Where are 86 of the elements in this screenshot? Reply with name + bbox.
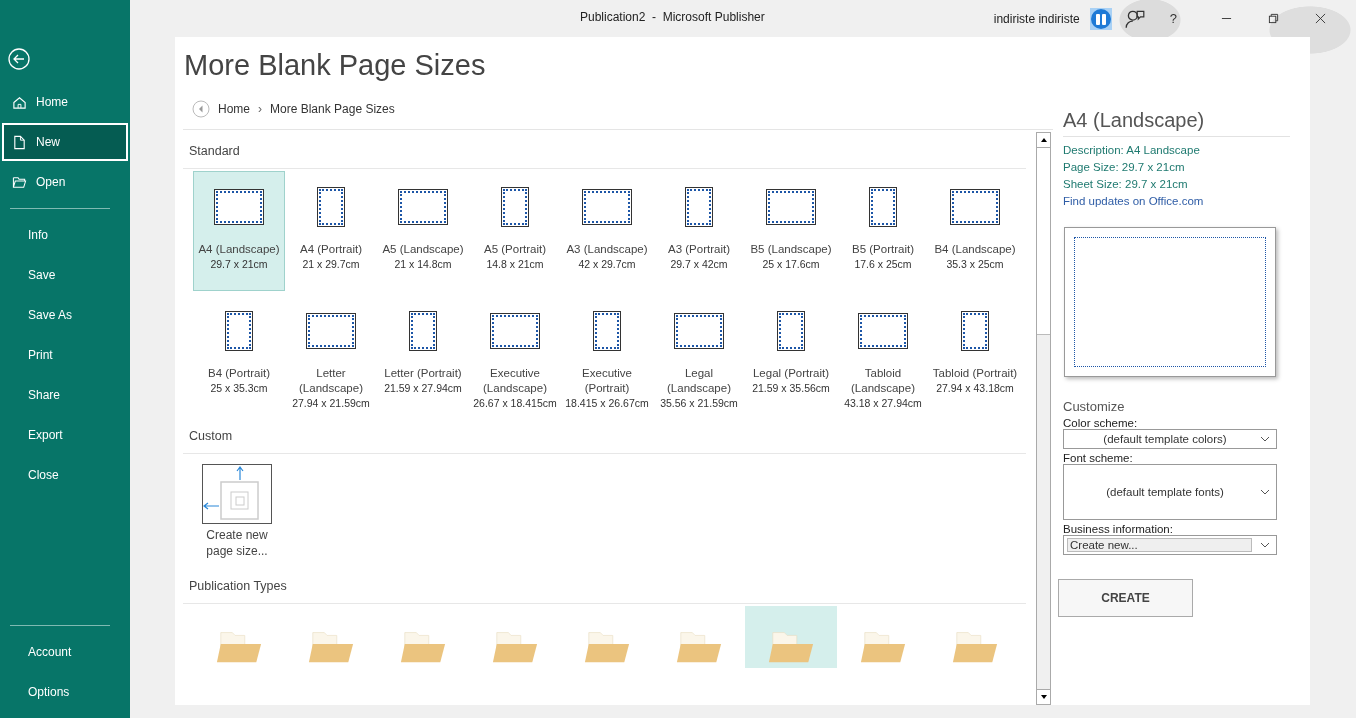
folder-icon: [12, 174, 27, 190]
page-size-tile[interactable]: A4 (Landscape) 29.7 x 21cm: [193, 171, 285, 291]
chevron-down-icon: [1260, 541, 1270, 549]
page-thumbnail: [674, 313, 724, 349]
publication-type-tile[interactable]: [745, 606, 837, 668]
close-icon[interactable]: [1315, 13, 1326, 24]
scroll-down-icon[interactable]: [1039, 693, 1048, 701]
page-thumbnail: [214, 189, 264, 225]
page-thumbnail: [409, 311, 437, 351]
page-size-tile[interactable]: Executive (Portrait) 18.415 x 26.67cm: [561, 295, 653, 415]
page-size-tile[interactable]: Tabloid (Landscape) 43.18 x 27.94cm: [837, 295, 929, 415]
sidebar-item[interactable]: Print: [2, 336, 128, 374]
page-thumbnail: [950, 189, 1000, 225]
page-thumbnail: [777, 311, 805, 351]
page-thumbnail: [593, 311, 621, 351]
user-name: indiriste indiriste: [993, 11, 1080, 26]
page-thumbnail: [858, 313, 908, 349]
page-size-tile[interactable]: Legal (Portrait) 21.59 x 35.56cm: [745, 295, 837, 415]
page-size-tile[interactable]: A4 (Portrait) 21 x 29.7cm: [285, 171, 377, 291]
field-label: Business information:: [1063, 523, 1174, 535]
section-title: Custom: [183, 415, 1026, 454]
page-size-tile[interactable]: Executive (Landscape) 26.67 x 18.415cm: [469, 295, 561, 415]
chevron-icon: ›: [258, 102, 262, 116]
sidebar-item[interactable]: Info: [2, 216, 128, 254]
page-size-tile[interactable]: A5 (Portrait) 14.8 x 21cm: [469, 171, 561, 291]
page-size-tile[interactable]: A5 (Landscape) 21 x 14.8cm: [377, 171, 469, 291]
help-button[interactable]: ?: [1169, 11, 1177, 26]
sidebar-item[interactable]: Save: [2, 256, 128, 294]
page-size-tile[interactable]: B5 (Landscape) 25 x 17.6cm: [745, 171, 837, 291]
custom-page-icon: [202, 464, 272, 524]
house-icon: [12, 94, 27, 110]
sidebar-item[interactable]: Share: [2, 376, 128, 414]
page-thumbnail: [317, 187, 345, 227]
page-size-tile[interactable]: Letter (Landscape) 27.94 x 21.59cm: [285, 295, 377, 415]
dropdown[interactable]: (default template fonts): [1063, 464, 1277, 520]
custom-size-tile[interactable]: Create new page size...: [197, 464, 277, 559]
scroll-thumb[interactable]: [1037, 148, 1050, 335]
page-thumbnail: [766, 189, 816, 225]
page-size-tile[interactable]: Legal (Landscape) 35.56 x 21.59cm: [653, 295, 745, 415]
page-size-tile[interactable]: B4 (Landscape) 35.3 x 25cm: [929, 171, 1021, 291]
dropdown[interactable]: Create new...: [1063, 535, 1277, 555]
scrollbar[interactable]: [1036, 132, 1051, 705]
sidebar-item[interactable]: Account: [2, 633, 128, 671]
sidebar-item[interactable]: Save As: [2, 296, 128, 334]
page-thumbnail: [582, 189, 632, 225]
sidebar-item[interactable]: New: [2, 123, 128, 161]
page-heading: More Blank Page Sizes: [184, 49, 487, 82]
template-title: A4 (Landscape): [1063, 109, 1290, 137]
restore-icon[interactable]: [1268, 13, 1279, 24]
page-size-tile[interactable]: B4 (Portrait) 25 x 35.3cm: [193, 295, 285, 415]
page-thumbnail: [306, 313, 356, 349]
page-size-tile[interactable]: Tabloid (Portrait) 27.94 x 43.18cm: [929, 295, 1021, 415]
dropdown[interactable]: (default template colors): [1063, 429, 1277, 449]
page-thumbnail: [501, 187, 529, 227]
chevron-down-icon: [1260, 435, 1270, 443]
page-size-tile[interactable]: A3 (Portrait) 29.7 x 42cm: [653, 171, 745, 291]
office-link[interactable]: Find updates on Office.com: [1063, 193, 1204, 210]
page-size-tile[interactable]: A3 (Landscape) 42 x 29.7cm: [561, 171, 653, 291]
sidebar-item[interactable]: Open: [2, 163, 128, 201]
page-size-tile[interactable]: B5 (Portrait) 17.6 x 25cm: [837, 171, 929, 291]
breadcrumb-current: More Blank Page Sizes: [270, 102, 395, 116]
window-title: Publication2 - Microsoft Publisher: [580, 10, 765, 24]
field-label: Color scheme:: [1063, 417, 1139, 429]
chevron-down-icon: [1260, 488, 1270, 496]
sidebar-item[interactable]: Export: [2, 416, 128, 454]
section-title: Customize: [1063, 399, 1125, 414]
page-thumbnail: [961, 311, 989, 351]
detail-text: Description: A4 Landscape: [1063, 143, 1200, 158]
section-title: Publication Types: [183, 565, 1026, 604]
document-icon: [12, 134, 27, 150]
page-size-tile[interactable]: Letter (Portrait) 21.59 x 27.94cm: [377, 295, 469, 415]
page-thumbnail: [398, 189, 448, 225]
field-label: Font scheme:: [1063, 452, 1134, 464]
detail-text: Page Size: 29.7 x 21cm: [1063, 160, 1186, 175]
detail-text: Sheet Size: 29.7 x 21cm: [1063, 177, 1189, 192]
scroll-up-icon[interactable]: [1039, 136, 1048, 144]
sidebar-item[interactable]: Home: [2, 83, 128, 121]
sidebar-item[interactable]: Options: [2, 673, 128, 711]
page-thumbnail: [225, 311, 253, 351]
create-button[interactable]: CREATE: [1058, 579, 1193, 617]
breadcrumb-link[interactable]: Home: [218, 102, 250, 116]
page-thumbnail: [490, 313, 540, 349]
sidebar-item[interactable]: Close: [2, 456, 128, 494]
section-title: Standard: [183, 130, 1026, 169]
page-thumbnail: [685, 187, 713, 227]
page-thumbnail: [869, 187, 897, 227]
